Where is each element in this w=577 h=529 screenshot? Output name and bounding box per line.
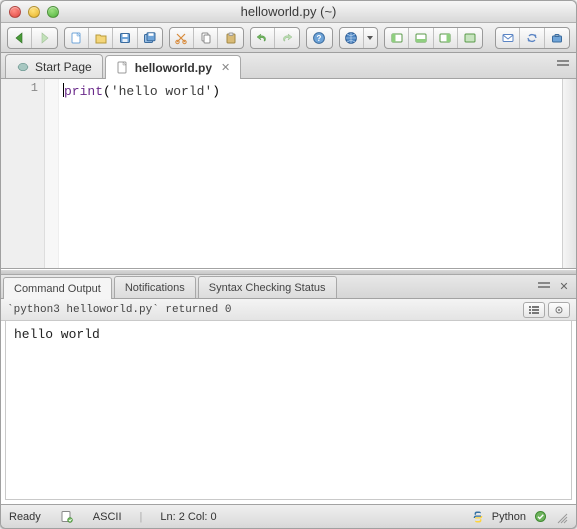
tab-command-output[interactable]: Command Output bbox=[3, 277, 112, 299]
tab-syntax-checking[interactable]: Syntax Checking Status bbox=[198, 276, 337, 298]
code-token-func: print bbox=[64, 84, 103, 99]
redo-button[interactable] bbox=[275, 28, 299, 48]
minimize-window-button[interactable] bbox=[28, 6, 40, 18]
copy-button[interactable] bbox=[194, 28, 218, 48]
line-number-gutter: 1 bbox=[1, 79, 45, 268]
resize-grip[interactable] bbox=[554, 510, 568, 524]
toolbar-group-undo bbox=[250, 27, 301, 49]
window-title: helloworld.py (~) bbox=[1, 4, 576, 19]
code-editor[interactable]: 1 print('hello world') bbox=[1, 79, 576, 269]
bottom-tabs-controls: ✕ bbox=[536, 279, 572, 293]
paste-button[interactable] bbox=[218, 28, 242, 48]
editor-tabs: Start Page helloworld.py ✕ bbox=[1, 53, 576, 79]
syntax-ok-icon bbox=[532, 510, 548, 524]
status-separator: | bbox=[140, 511, 143, 523]
editor-scrollbar[interactable] bbox=[562, 79, 576, 268]
status-message: Ready bbox=[9, 511, 41, 523]
folding-margin[interactable] bbox=[45, 79, 59, 268]
titlebar: helloworld.py (~) bbox=[1, 1, 576, 23]
status-file-button[interactable] bbox=[59, 510, 75, 524]
tab-label: Command Output bbox=[14, 283, 101, 295]
status-bar: Ready ASCII | Ln: 2 Col: 0 Python bbox=[1, 504, 576, 528]
bottom-tabs-overflow-button[interactable] bbox=[536, 279, 552, 293]
output-settings-button[interactable] bbox=[548, 302, 570, 318]
toolbar-group-browser bbox=[339, 27, 378, 49]
nav-back-button[interactable] bbox=[8, 28, 32, 48]
toolbar-group-nav bbox=[7, 27, 58, 49]
cut-button[interactable] bbox=[170, 28, 194, 48]
code-token-string: 'hello world' bbox=[111, 84, 212, 99]
tab-label: Start Page bbox=[35, 60, 92, 74]
save-file-button[interactable] bbox=[113, 28, 137, 48]
save-all-button[interactable] bbox=[138, 28, 162, 48]
command-output-status-text: `python3 helloworld.py` returned 0 bbox=[7, 304, 231, 316]
command-output-body[interactable]: hello world bbox=[5, 321, 572, 500]
tab-notifications[interactable]: Notifications bbox=[114, 276, 196, 298]
toolbar-group-clipboard bbox=[169, 27, 244, 49]
code-token-paren-open: ( bbox=[103, 84, 111, 99]
status-bar-right: Python bbox=[470, 510, 568, 524]
status-cursor-position[interactable]: Ln: 2 Col: 0 bbox=[160, 511, 216, 523]
tab-label: Notifications bbox=[125, 282, 185, 294]
mail-button[interactable] bbox=[496, 28, 520, 48]
toolbar-group-file bbox=[64, 27, 163, 49]
app-window: helloworld.py (~) bbox=[0, 0, 577, 529]
toolbar-group-tools bbox=[495, 27, 570, 49]
traffic-lights bbox=[9, 6, 59, 18]
toggle-bottom-panel-button[interactable] bbox=[409, 28, 433, 48]
command-output-header: `python3 helloworld.py` returned 0 bbox=[1, 299, 576, 321]
sync-button[interactable] bbox=[520, 28, 544, 48]
bottom-panel-tabs: Command Output Notifications Syntax Chec… bbox=[1, 275, 576, 299]
tabs-overflow-button[interactable] bbox=[554, 57, 572, 71]
komodo-icon bbox=[16, 60, 30, 74]
fullscreen-button[interactable] bbox=[458, 28, 482, 48]
browser-preview-button[interactable] bbox=[340, 28, 364, 48]
browser-preview-menu-button[interactable] bbox=[364, 28, 377, 48]
tab-close-button[interactable]: ✕ bbox=[221, 61, 230, 74]
close-window-button[interactable] bbox=[9, 6, 21, 18]
svg-text:?: ? bbox=[317, 34, 322, 43]
tab-helloworld[interactable]: helloworld.py ✕ bbox=[105, 55, 242, 79]
text-cursor bbox=[63, 83, 64, 97]
bottom-panel-close-button[interactable]: ✕ bbox=[556, 279, 572, 293]
tab-label: Syntax Checking Status bbox=[209, 282, 326, 294]
toolbar-group-help: ? bbox=[306, 27, 332, 49]
help-button[interactable]: ? bbox=[307, 28, 331, 48]
open-file-button[interactable] bbox=[89, 28, 113, 48]
new-file-button[interactable] bbox=[65, 28, 89, 48]
output-list-view-button[interactable] bbox=[523, 302, 545, 318]
command-output-panel: `python3 helloworld.py` returned 0 hello… bbox=[1, 299, 576, 504]
zoom-window-button[interactable] bbox=[47, 6, 59, 18]
undo-button[interactable] bbox=[251, 28, 275, 48]
python-icon bbox=[470, 510, 486, 524]
main-toolbar: ? bbox=[1, 23, 576, 53]
command-output-header-controls bbox=[523, 302, 570, 318]
tab-start-page[interactable]: Start Page bbox=[5, 54, 103, 78]
toolbox-button[interactable] bbox=[545, 28, 569, 48]
line-number: 1 bbox=[31, 81, 38, 95]
nav-forward-button[interactable] bbox=[32, 28, 56, 48]
toggle-right-panel-button[interactable] bbox=[434, 28, 458, 48]
tab-label: helloworld.py bbox=[135, 61, 212, 75]
code-token-paren-close: ) bbox=[212, 84, 220, 99]
file-icon bbox=[116, 61, 130, 75]
toggle-left-panel-button[interactable] bbox=[385, 28, 409, 48]
status-encoding[interactable]: ASCII bbox=[93, 511, 122, 523]
code-content[interactable]: print('hello world') bbox=[59, 79, 562, 268]
toolbar-group-panels bbox=[384, 27, 483, 49]
status-language[interactable]: Python bbox=[492, 511, 526, 523]
